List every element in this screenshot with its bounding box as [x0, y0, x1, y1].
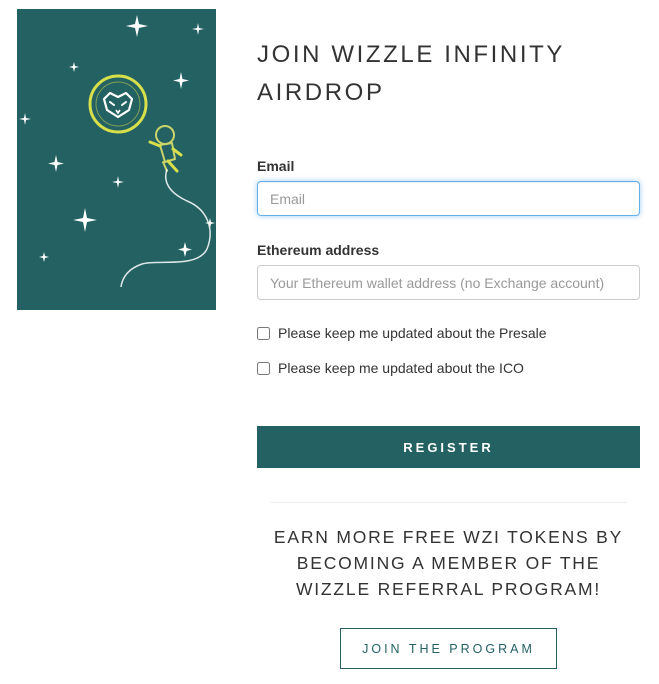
ico-updates-checkbox[interactable] [257, 361, 270, 375]
referral-promo-text: EARN MORE FREE WZI TOKENS BY BECOMING A … [273, 527, 624, 599]
ico-updates-row: Please keep me updated about the ICO [257, 360, 524, 376]
page-title: JOIN WIZZLE INFINITY AIRDROP [257, 41, 565, 106]
email-input[interactable] [257, 181, 640, 216]
presale-updates-row: Please keep me updated about the Presale [257, 325, 547, 341]
ico-updates-label: Please keep me updated about the ICO [278, 360, 524, 376]
divider [270, 502, 627, 503]
ethereum-address-label: Ethereum address [257, 242, 380, 258]
ethereum-address-input[interactable] [257, 265, 640, 300]
email-label: Email [257, 158, 295, 174]
presale-updates-label: Please keep me updated about the Presale [278, 325, 547, 341]
register-button[interactable]: REGISTER [257, 426, 640, 468]
presale-updates-checkbox[interactable] [257, 326, 270, 340]
airdrop-illustration [17, 9, 216, 310]
join-program-button[interactable]: JOIN THE PROGRAM [340, 628, 557, 669]
